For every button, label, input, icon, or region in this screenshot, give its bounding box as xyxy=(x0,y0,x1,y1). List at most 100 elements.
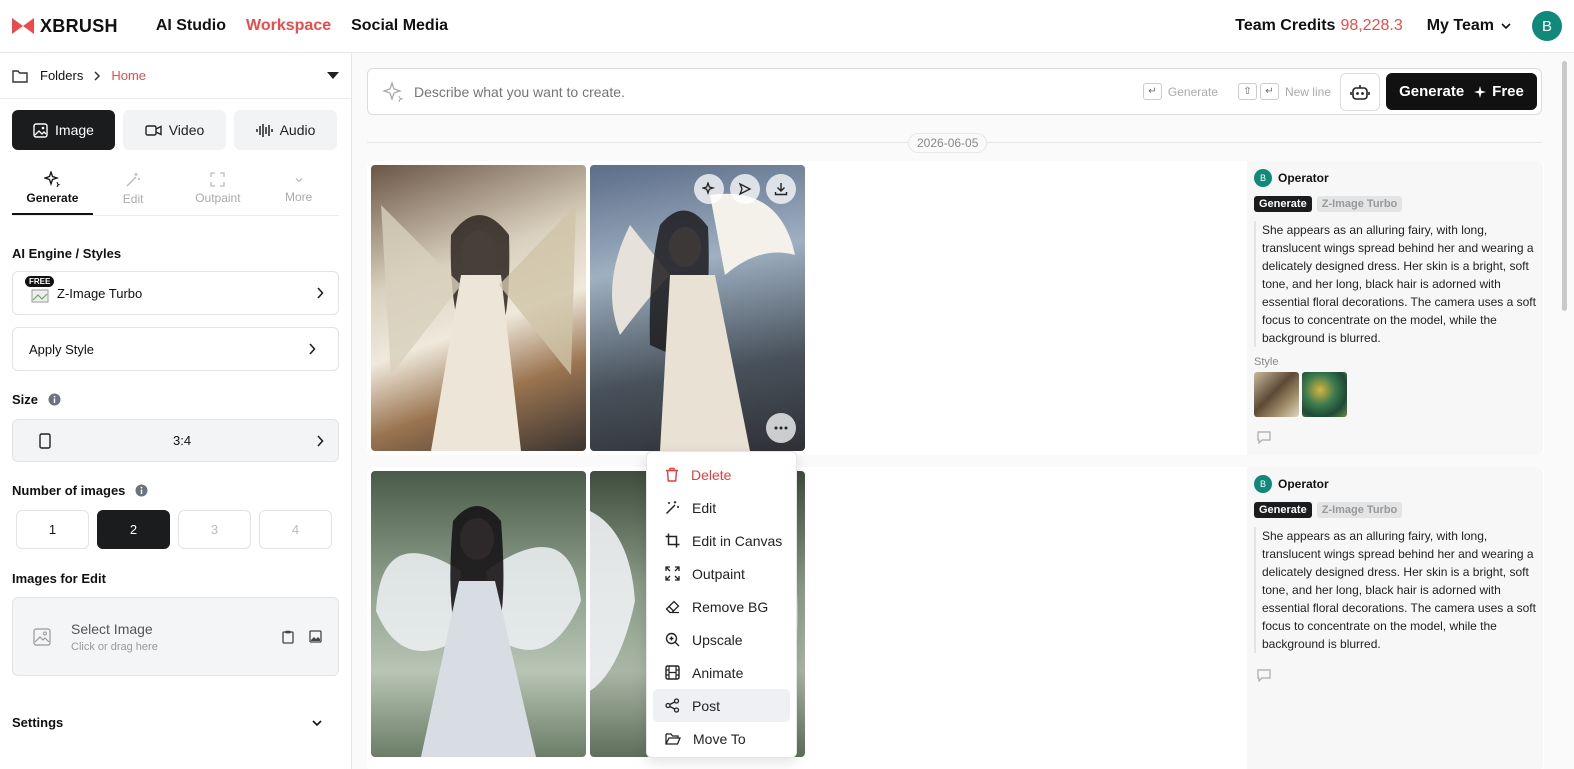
clipboard-icon[interactable] xyxy=(282,630,294,644)
brand-name: XBRUSH xyxy=(40,15,118,36)
free-badge: FREE xyxy=(25,276,55,287)
crop-icon xyxy=(665,533,680,548)
tab-edit-label: Edit xyxy=(122,191,144,206)
magic-edit-button[interactable] xyxy=(694,174,724,204)
images-for-edit-label: Images for Edit xyxy=(12,571,106,586)
menu-item-remove-bg[interactable]: Remove BG xyxy=(653,590,790,623)
menu-item-animate-label: Animate xyxy=(692,664,744,681)
menu-item-post-label: Post xyxy=(692,697,721,714)
style-thumbnail[interactable] xyxy=(1302,372,1347,417)
shift-key-icon: ⇧ xyxy=(1237,83,1257,100)
menu-item-delete[interactable]: Delete xyxy=(653,458,790,491)
menu-item-edit[interactable]: Edit xyxy=(653,491,790,524)
num-images-1[interactable]: 1 xyxy=(16,510,89,549)
num-images-4[interactable]: 4 xyxy=(259,510,332,549)
menu-item-edit-in-canvas[interactable]: Edit in Canvas xyxy=(653,524,790,557)
generated-image[interactable] xyxy=(371,165,586,451)
enter-key-icon: ↵ xyxy=(1142,83,1162,100)
card-tags: Generate Z-Image Turbo xyxy=(1254,502,1536,518)
menu-item-edit-label: Edit xyxy=(692,499,717,516)
team-name: My Team xyxy=(1426,17,1494,34)
engine-selector[interactable]: FREE Z-Image Turbo xyxy=(12,271,339,315)
tab-more-label: More xyxy=(284,189,313,204)
menu-item-remove-bg-label: Remove BG xyxy=(692,598,769,615)
apply-style-label: Apply Style xyxy=(29,341,95,357)
tab-outpaint-label: Outpaint xyxy=(195,191,241,205)
tab-video-label: Video xyxy=(168,122,205,138)
fairy-photo-1 xyxy=(376,506,581,757)
apply-style-button[interactable]: Apply Style xyxy=(12,327,339,371)
prompt-input[interactable] xyxy=(414,83,1114,100)
download-icon xyxy=(774,183,788,196)
card-tags: Generate Z-Image Turbo xyxy=(1254,196,1536,212)
generate-button[interactable]: Generate Free xyxy=(1386,73,1537,110)
zoom-in-icon xyxy=(665,632,680,647)
tag-generate: Generate xyxy=(1254,196,1312,212)
select-image-dropzone[interactable]: Select Image Click or drag here xyxy=(12,597,339,676)
scrollbar[interactable] xyxy=(1562,61,1567,311)
menu-item-move-to[interactable]: Move To xyxy=(653,722,790,755)
tab-image[interactable]: Image xyxy=(12,110,115,150)
engine-name: Z-Image Turbo xyxy=(57,285,143,301)
gallery-icon[interactable] xyxy=(309,630,322,643)
num-images-3[interactable]: 3 xyxy=(178,510,251,549)
nav-workspace[interactable]: Workspace xyxy=(246,17,331,35)
tab-edit[interactable]: Edit xyxy=(93,162,174,215)
tab-video[interactable]: Video xyxy=(123,110,226,150)
num-images-section-label: Number of images xyxy=(0,483,351,498)
menu-item-delete-label: Delete xyxy=(691,466,732,483)
tab-generate[interactable]: Generate xyxy=(12,162,93,215)
folder-open-icon xyxy=(665,732,681,745)
user-avatar[interactable]: B xyxy=(1532,11,1562,41)
style-thumbnails xyxy=(1254,372,1536,417)
menu-item-upscale[interactable]: Upscale xyxy=(653,623,790,656)
menu-item-outpaint[interactable]: Outpaint xyxy=(653,557,790,590)
author-name: Operator xyxy=(1278,171,1329,185)
sparkle-icon xyxy=(1474,85,1487,98)
generation-card: B Operator Generate Z-Image Turbo She ap… xyxy=(367,161,1544,455)
magic-wand-icon xyxy=(665,501,679,515)
settings-toggle[interactable]: Settings xyxy=(0,715,351,730)
info-icon[interactable] xyxy=(48,393,61,406)
film-icon xyxy=(665,665,680,680)
nav-ai-studio[interactable]: AI Studio xyxy=(156,17,226,35)
magic-wand-icon xyxy=(126,172,141,187)
breadcrumb-folders[interactable]: Folders xyxy=(40,68,83,83)
tab-more[interactable]: More xyxy=(258,162,339,215)
author-name: Operator xyxy=(1278,477,1329,491)
generated-image[interactable] xyxy=(590,165,805,451)
brand-logo[interactable]: XBRUSH xyxy=(12,16,118,37)
image-icon xyxy=(33,122,48,138)
broken-image-icon xyxy=(31,289,49,303)
top-bar: XBRUSH AI Studio Workspace Social Media … xyxy=(0,0,1574,53)
assistant-bot-button[interactable] xyxy=(1340,72,1380,111)
num-images-label: Number of images xyxy=(12,483,126,498)
tab-outpaint[interactable]: Outpaint xyxy=(178,162,259,215)
comment-icon[interactable] xyxy=(1257,431,1271,444)
caret-down-icon[interactable] xyxy=(327,71,339,80)
menu-item-animate[interactable]: Animate xyxy=(653,656,790,689)
generated-image[interactable] xyxy=(371,471,586,757)
card-author: B Operator xyxy=(1254,475,1536,493)
share-icon xyxy=(665,698,680,713)
team-selector[interactable]: My Team xyxy=(1427,17,1512,35)
nav-social-media[interactable]: Social Media xyxy=(351,17,448,35)
send-button[interactable] xyxy=(730,174,760,204)
download-button[interactable] xyxy=(766,174,796,204)
tag-engine: Z-Image Turbo xyxy=(1316,196,1403,212)
style-thumbnail[interactable] xyxy=(1254,372,1299,417)
size-selector[interactable]: 3:4 xyxy=(12,419,339,462)
author-avatar: B xyxy=(1254,475,1272,493)
tab-audio[interactable]: Audio xyxy=(234,110,337,150)
info-icon[interactable] xyxy=(135,484,148,497)
tag-generate: Generate xyxy=(1254,502,1312,518)
sparkle-icon xyxy=(382,80,404,102)
menu-item-post[interactable]: Post xyxy=(653,689,790,722)
eraser-icon xyxy=(665,600,680,614)
num-images-2[interactable]: 2 xyxy=(97,510,170,549)
more-options-button[interactable] xyxy=(766,413,796,443)
comment-icon[interactable] xyxy=(1257,669,1271,682)
engine-section-label: AI Engine / Styles xyxy=(12,246,122,261)
tag-engine: Z-Image Turbo xyxy=(1316,502,1403,518)
breadcrumb-home[interactable]: Home xyxy=(111,68,146,83)
